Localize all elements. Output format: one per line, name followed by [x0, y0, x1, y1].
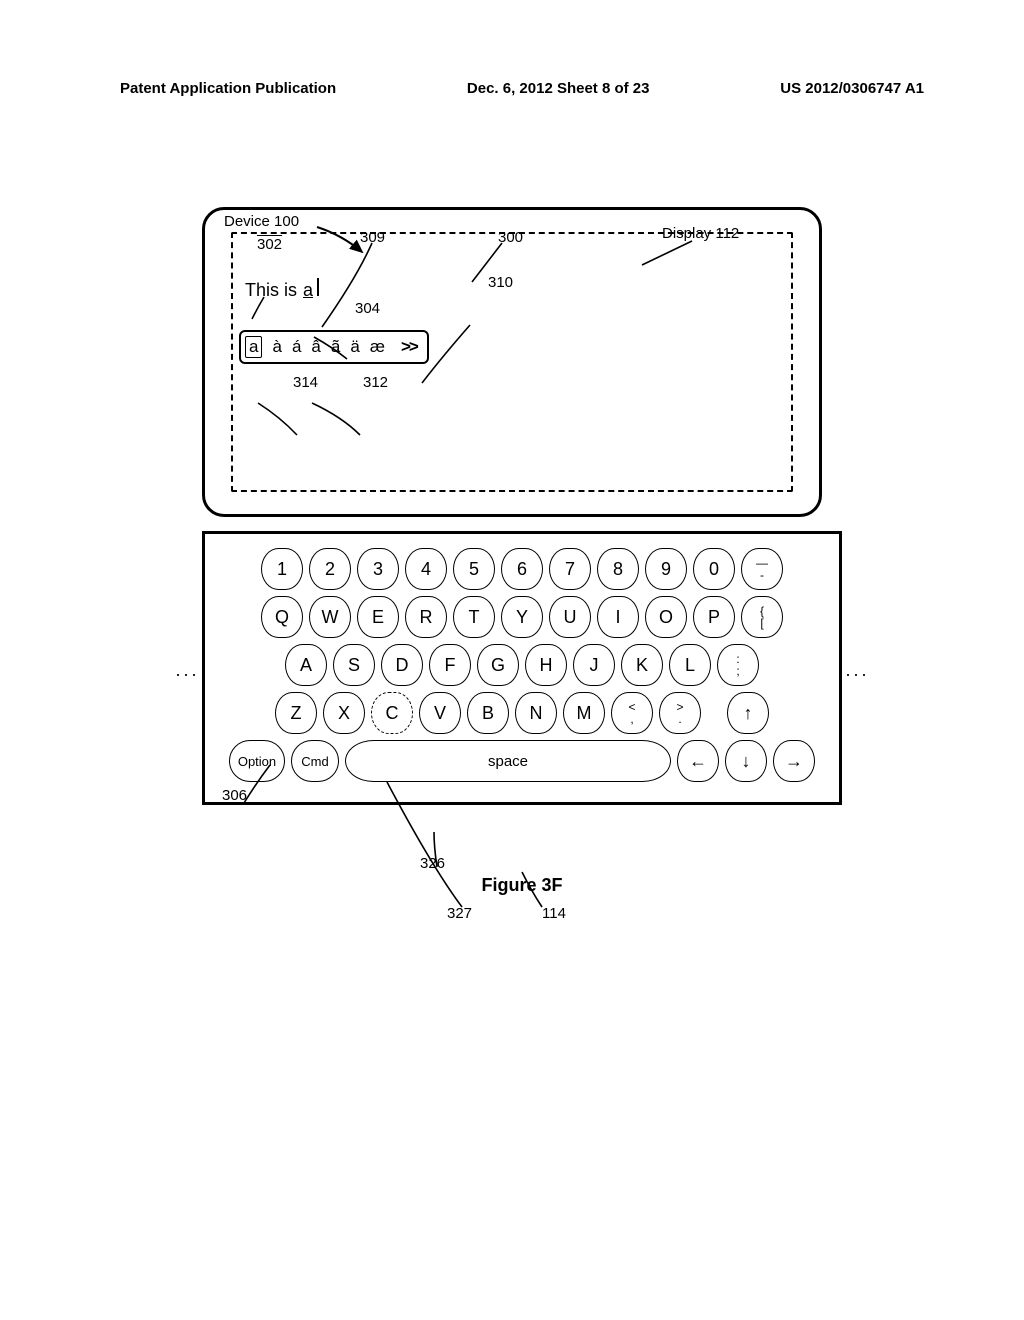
ref-326: 326: [420, 855, 445, 872]
accent-more[interactable]: >>: [401, 337, 417, 357]
key-8[interactable]: 8: [597, 548, 639, 590]
accent-opt-1[interactable]: á: [292, 337, 301, 357]
ref-310: 310: [488, 274, 513, 291]
ref-304: 304: [355, 300, 380, 317]
ref-312: 312: [363, 374, 388, 391]
key-k[interactable]: K: [621, 644, 663, 686]
key-row-2: Q W E R T Y U I O P { [: [229, 596, 815, 638]
key-a[interactable]: A: [285, 644, 327, 686]
key-s[interactable]: S: [333, 644, 375, 686]
key-v[interactable]: V: [419, 692, 461, 734]
accent-selected[interactable]: a: [245, 336, 262, 358]
typed-char: a: [303, 280, 313, 301]
key-row-4: Z X C V B N M < , > . ↑: [229, 692, 815, 734]
accent-opt-5[interactable]: æ: [370, 337, 385, 357]
ref-114: 114: [542, 905, 566, 922]
keyboard: ··· ··· 1 2 3 4 5 6 7 8 9 0 — - Q W: [202, 531, 842, 805]
key-p[interactable]: P: [693, 596, 735, 638]
key-6[interactable]: 6: [501, 548, 543, 590]
key-row-5: Option Cmd space ← ↓ →: [229, 740, 815, 782]
header-center: Dec. 6, 2012 Sheet 8 of 23: [467, 80, 650, 97]
key-h[interactable]: H: [525, 644, 567, 686]
key-dash[interactable]: — -: [741, 548, 783, 590]
key-m[interactable]: M: [563, 692, 605, 734]
key-i[interactable]: I: [597, 596, 639, 638]
key-q[interactable]: Q: [261, 596, 303, 638]
key-d[interactable]: D: [381, 644, 423, 686]
key-b[interactable]: B: [467, 692, 509, 734]
key-arrow-down[interactable]: ↓: [725, 740, 767, 782]
accent-popup[interactable]: a à á â ã ä æ >>: [239, 330, 429, 364]
key-x[interactable]: X: [323, 692, 365, 734]
key-e[interactable]: E: [357, 596, 399, 638]
text-region: 302 This is a 310 304 a à á â ã ä æ >>: [231, 232, 793, 492]
key-1[interactable]: 1: [261, 548, 303, 590]
key-j[interactable]: J: [573, 644, 615, 686]
key-space[interactable]: space: [345, 740, 671, 782]
key-w[interactable]: W: [309, 596, 351, 638]
key-g[interactable]: G: [477, 644, 519, 686]
key-o[interactable]: O: [645, 596, 687, 638]
key-cmd[interactable]: Cmd: [291, 740, 339, 782]
figure: Device 100 309 300 Display 112 302 This …: [202, 207, 842, 896]
key-z[interactable]: Z: [275, 692, 317, 734]
text-cursor: [317, 278, 319, 296]
key-arrow-right[interactable]: →: [773, 740, 815, 782]
key-7[interactable]: 7: [549, 548, 591, 590]
key-arrow-left[interactable]: ←: [677, 740, 719, 782]
key-0[interactable]: 0: [693, 548, 735, 590]
typed-prefix: This is: [245, 280, 297, 301]
key-t[interactable]: T: [453, 596, 495, 638]
key-2[interactable]: 2: [309, 548, 351, 590]
key-semicolon[interactable]: : ;: [717, 644, 759, 686]
accent-opt-0[interactable]: à: [272, 337, 281, 357]
key-l[interactable]: L: [669, 644, 711, 686]
key-9[interactable]: 9: [645, 548, 687, 590]
key-3[interactable]: 3: [357, 548, 399, 590]
key-r[interactable]: R: [405, 596, 447, 638]
accent-opt-4[interactable]: ä: [350, 337, 359, 357]
header-right: US 2012/0306747 A1: [780, 80, 924, 97]
key-c[interactable]: C: [371, 692, 413, 734]
figure-caption: Figure 3F: [202, 875, 842, 896]
key-4[interactable]: 4: [405, 548, 447, 590]
display-frame: 302 This is a 310 304 a à á â ã ä æ >>: [202, 207, 822, 517]
key-5[interactable]: 5: [453, 548, 495, 590]
accent-opt-2[interactable]: â: [311, 337, 320, 357]
key-bracket[interactable]: { [: [741, 596, 783, 638]
key-y[interactable]: Y: [501, 596, 543, 638]
key-option[interactable]: Option: [229, 740, 285, 782]
key-f[interactable]: F: [429, 644, 471, 686]
key-row-3: A S D F G H J K L : ;: [229, 644, 815, 686]
ref-306: 306: [222, 787, 247, 804]
accent-opt-3[interactable]: ã: [331, 337, 340, 357]
key-period[interactable]: > .: [659, 692, 701, 734]
key-comma[interactable]: < ,: [611, 692, 653, 734]
key-arrow-up[interactable]: ↑: [727, 692, 769, 734]
ref-314: 314: [293, 374, 318, 391]
key-n[interactable]: N: [515, 692, 557, 734]
key-u[interactable]: U: [549, 596, 591, 638]
ellipsis-left: ···: [175, 664, 199, 685]
key-row-1: 1 2 3 4 5 6 7 8 9 0 — -: [229, 548, 815, 590]
ref-302: 302: [257, 236, 282, 253]
ellipsis-right: ···: [845, 664, 869, 685]
ref-327: 327: [447, 905, 472, 922]
header-left: Patent Application Publication: [120, 80, 336, 97]
